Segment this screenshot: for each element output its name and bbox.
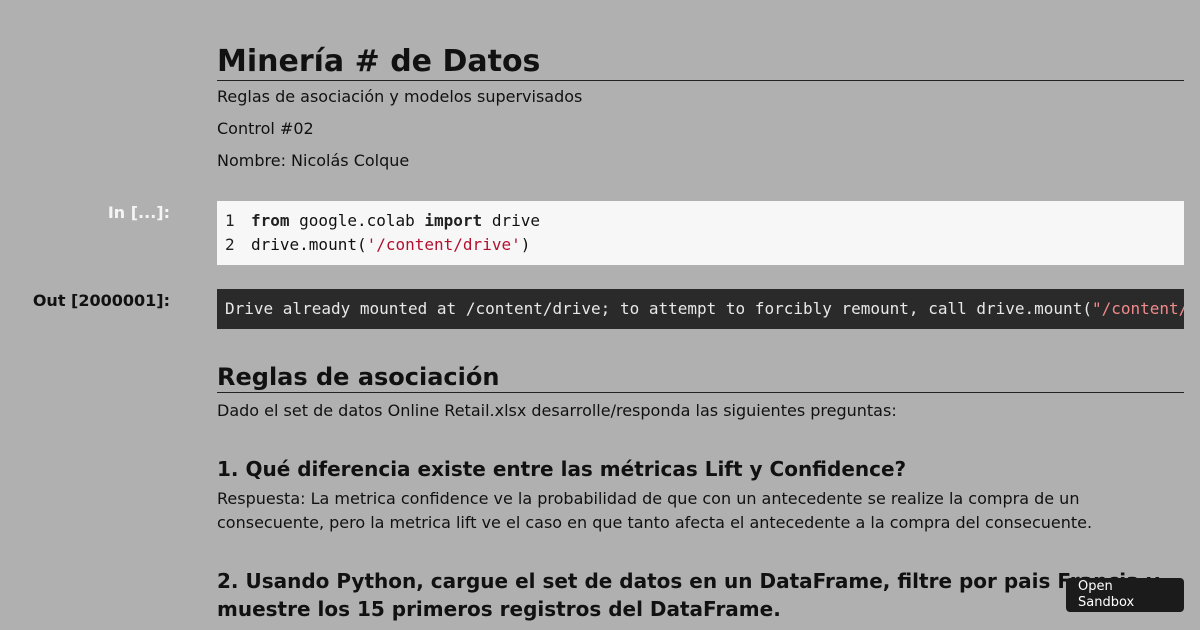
open-sandbox-button[interactable]: Open Sandbox: [1066, 578, 1184, 612]
code-module: google.colab: [289, 211, 425, 230]
code-cell[interactable]: 1 from google.colab import drive 2 drive.m…: [217, 201, 1184, 265]
page-title: Minería # de Datos: [217, 44, 1184, 81]
output-string: "/content/drive", force_remount=True).: [1091, 299, 1184, 318]
question-2: 2. Usando Python, cargue el set de datos…: [217, 569, 1160, 621]
code-name: drive: [482, 211, 540, 230]
output-prompt: Out [2000001]:: [32, 291, 170, 310]
section-heading: Reglas de asociación: [217, 362, 1184, 393]
code-line-1: 1 from google.colab import drive: [225, 209, 1176, 233]
code-line-2: 2 drive.mount('/content/drive'): [225, 233, 1176, 257]
question-1: 1. Qué diferencia existe entre las métri…: [217, 457, 907, 481]
keyword-import: import: [424, 211, 483, 230]
author-name: Nombre: Nicolás Colque: [217, 151, 410, 170]
answer-1: Respuesta: La metrica confidence ve la p…: [217, 489, 1093, 532]
section-intro: Dado el set de datos Online Retail.xlsx …: [217, 401, 897, 420]
subtitle: Reglas de asociación y modelos supervisa…: [217, 87, 583, 106]
keyword-from: from: [251, 211, 290, 230]
output-cell: Drive already mounted at /content/drive;…: [217, 289, 1184, 329]
output-text: Drive already mounted at /content/drive;…: [225, 299, 1092, 318]
notebook-page: In [...]: Out [2000001]: Minería # de Da…: [0, 0, 1200, 630]
code-close: ): [520, 235, 531, 254]
code-string: '/content/drive': [366, 235, 521, 254]
input-prompt: In [...]:: [107, 203, 170, 222]
line-number: 1: [225, 211, 235, 230]
control-number: Control #02: [217, 119, 314, 138]
code-call: drive.mount(: [251, 235, 367, 254]
line-number: 2: [225, 235, 235, 254]
